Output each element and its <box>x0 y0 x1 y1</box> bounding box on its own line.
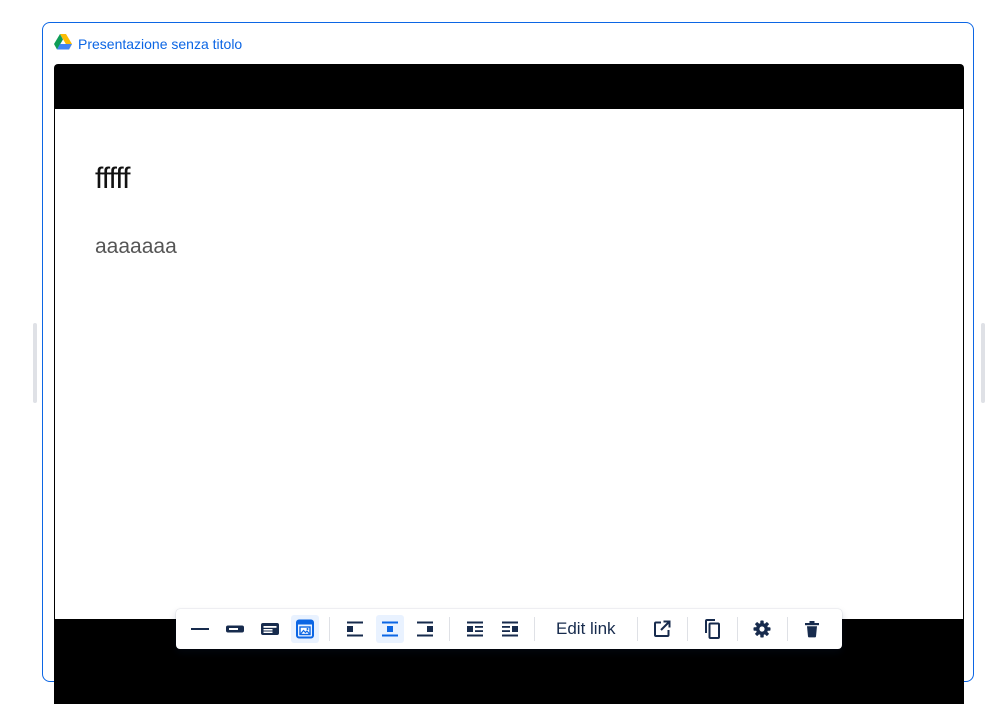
wrap-right-icon <box>501 621 518 637</box>
slide: fffff aaaaaaa <box>55 109 963 619</box>
toolbar-separator <box>449 617 450 641</box>
open-external-icon <box>654 620 671 637</box>
floating-toolbar: Edit link <box>176 609 842 649</box>
align-right-button[interactable] <box>411 615 439 643</box>
smart-link-card-icon <box>260 623 279 635</box>
embed-header: Presentazione senza titolo <box>54 33 242 55</box>
wrap-left-button[interactable] <box>461 615 489 643</box>
align-center-button[interactable] <box>375 615 404 643</box>
smart-link-block-icon <box>225 625 244 633</box>
card-layout-button[interactable] <box>256 615 284 643</box>
open-link-button[interactable] <box>648 615 676 643</box>
align-right-icon <box>416 621 433 637</box>
delete-button[interactable] <box>798 615 826 643</box>
smart-link-inline-icon <box>190 628 209 630</box>
toolbar-separator <box>534 617 535 641</box>
embed-frame[interactable]: fffff aaaaaaa <box>54 64 964 704</box>
toolbar-separator <box>736 617 738 641</box>
align-center-icon <box>381 621 398 637</box>
copy-button[interactable] <box>698 615 726 643</box>
embed-card[interactable]: Presentazione senza titolo fffff aaaaaaa <box>42 22 974 704</box>
copy-icon <box>705 619 721 639</box>
google-drive-icon <box>54 33 72 55</box>
smart-link-embed-icon <box>295 619 314 639</box>
align-left-icon <box>346 621 363 637</box>
block-layout-button[interactable] <box>221 615 249 643</box>
align-left-button[interactable] <box>341 615 369 643</box>
resize-handle-right[interactable] <box>981 323 985 403</box>
inline-layout-button[interactable] <box>186 615 214 643</box>
toolbar-separator <box>329 617 330 641</box>
toolbar-separator <box>636 617 638 641</box>
wrap-right-button[interactable] <box>496 615 524 643</box>
wrap-left-icon <box>466 621 483 637</box>
trash-icon <box>805 621 820 638</box>
toolbar-separator <box>686 617 688 641</box>
slide-title: fffff <box>95 162 131 195</box>
edit-link-button[interactable]: Edit link <box>542 615 630 643</box>
embed-layout-button[interactable] <box>290 615 319 643</box>
embed-title-link[interactable]: Presentazione senza titolo <box>78 34 242 54</box>
toolbar-separator <box>786 617 788 641</box>
resize-handle-left[interactable] <box>33 323 37 403</box>
settings-button[interactable] <box>748 615 776 643</box>
gear-icon <box>753 620 771 638</box>
slide-body: aaaaaaa <box>95 235 177 258</box>
